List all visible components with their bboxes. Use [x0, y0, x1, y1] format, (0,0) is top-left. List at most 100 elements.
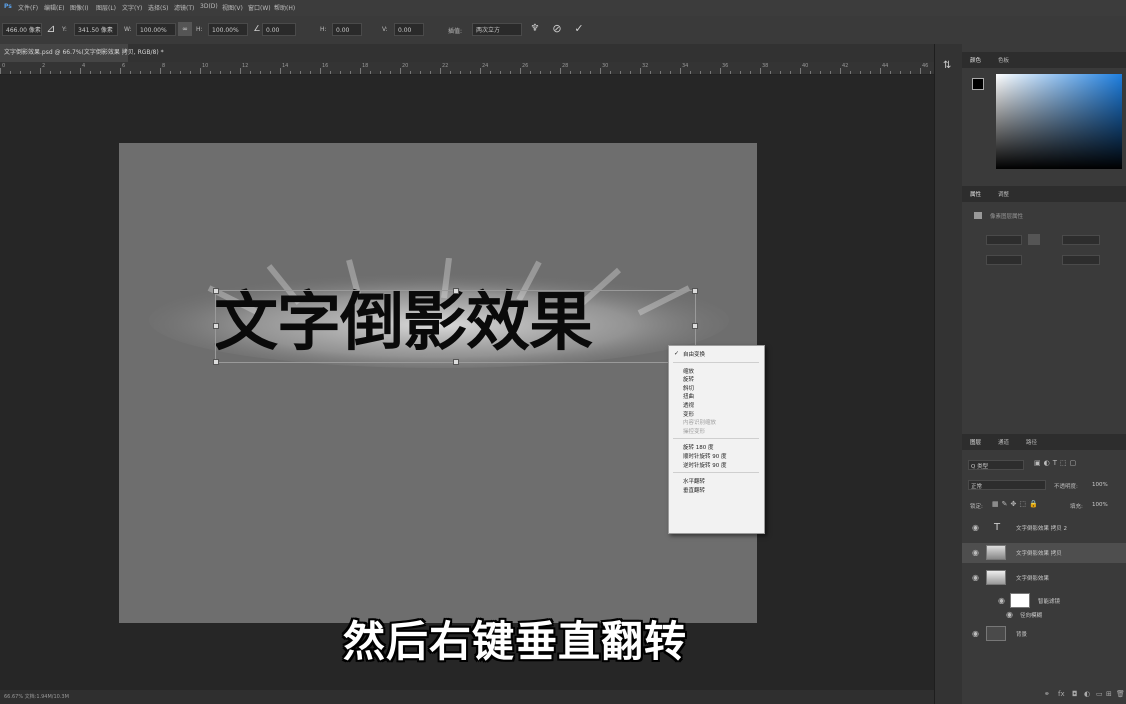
menu-filter[interactable]: 滤镜(T): [174, 3, 194, 12]
history-panel-icon[interactable]: ⇅: [943, 60, 951, 71]
ruler-tick: [660, 71, 661, 74]
menu-image[interactable]: 图像(I): [70, 3, 88, 12]
menu-file[interactable]: 文件(F): [18, 3, 38, 12]
vskew-field[interactable]: 0.00: [394, 23, 424, 36]
filter-item-row[interactable]: ◉ 径向模糊: [962, 608, 1126, 622]
layer-row-selected[interactable]: ◉ 文字倒影效果 拷贝: [962, 543, 1126, 563]
prop-y-field[interactable]: [1062, 255, 1100, 265]
visibility-eye-icon[interactable]: ◉: [972, 629, 979, 638]
context-menu-item[interactable]: 变形: [683, 410, 694, 418]
layer-style-icon[interactable]: fx: [1058, 690, 1065, 698]
document-tab[interactable]: 文字倒影效果.psd @ 66.7%(文字倒影效果 拷贝, RGB/8) *: [0, 44, 164, 62]
background-layer-row[interactable]: ◉ 背景: [962, 624, 1126, 644]
prop-w-field[interactable]: [986, 235, 1022, 245]
color-picker-field[interactable]: [996, 74, 1122, 169]
tab-layers[interactable]: 图层: [970, 438, 981, 446]
handle-bottom-middle[interactable]: [453, 359, 459, 365]
opacity-value[interactable]: 100%: [1092, 482, 1108, 488]
warp-icon[interactable]: ♆: [528, 22, 542, 36]
menu-type[interactable]: 文字(Y): [122, 3, 142, 12]
horizontal-ruler[interactable]: 0 2 4 6 8 10 12 14 16 18 20 22 24 26 28 30 32 34 36 38 40 42 4…: [0, 62, 934, 75]
menu-3d[interactable]: 3D(D): [200, 3, 218, 10]
ruler-number: 34: [682, 63, 689, 69]
tab-channels[interactable]: 通道: [998, 438, 1009, 446]
menu-edit[interactable]: 编辑(E): [44, 3, 64, 12]
adjustment-layer-icon[interactable]: ◐: [1084, 690, 1090, 698]
ruler-tick: [630, 71, 631, 74]
link-layers-icon[interactable]: ⚭: [1044, 690, 1050, 698]
handle-top-middle[interactable]: [453, 288, 459, 294]
visibility-eye-icon[interactable]: ◉: [972, 573, 979, 582]
y-field[interactable]: 341.50 像素: [74, 23, 118, 36]
tab-paths[interactable]: 路径: [1026, 438, 1037, 446]
w-field[interactable]: 100.00%: [136, 23, 176, 36]
layer-row[interactable]: ◉ T 文字倒影效果 拷贝 2: [962, 518, 1126, 538]
menu-layer[interactable]: 图层(L): [96, 3, 116, 12]
handle-top-left[interactable]: [213, 288, 219, 294]
ruler-tick: [330, 71, 331, 74]
menu-select[interactable]: 选择(S): [148, 3, 169, 12]
ruler-tick: [570, 71, 571, 74]
ruler-tick: [480, 68, 481, 74]
handle-bottom-left[interactable]: [213, 359, 219, 365]
link-icon[interactable]: ∞: [178, 22, 192, 36]
visibility-eye-icon[interactable]: ◉: [998, 596, 1005, 605]
menu-separator: [673, 472, 759, 474]
tab-color[interactable]: 颜色: [970, 56, 981, 64]
handle-left-middle[interactable]: [213, 323, 219, 329]
context-menu-item[interactable]: 旋转: [683, 375, 694, 383]
ruler-number: 32: [642, 63, 649, 69]
context-menu-item[interactable]: 自由变换: [683, 350, 705, 358]
context-menu-item[interactable]: 逆时针旋转 90 度: [683, 461, 727, 469]
menu-help[interactable]: 帮助(H): [274, 3, 295, 12]
visibility-eye-icon[interactable]: ◉: [1006, 610, 1013, 619]
commit-transform-icon[interactable]: ✓: [572, 22, 586, 36]
tab-properties[interactable]: 属性: [970, 190, 981, 198]
prop-h-field[interactable]: [1062, 235, 1100, 245]
handle-top-right[interactable]: [692, 288, 698, 294]
ruler-tick: [20, 71, 21, 74]
new-layer-icon[interactable]: ⊞: [1106, 690, 1112, 698]
hskew-field[interactable]: 0.00: [332, 23, 362, 36]
context-menu-item[interactable]: 水平翻转: [683, 477, 705, 485]
menu-view[interactable]: 视图(V): [222, 3, 243, 12]
cancel-transform-icon[interactable]: ⊘: [550, 22, 564, 36]
context-menu-item[interactable]: 缩放: [683, 367, 694, 375]
reference-point-icon[interactable]: ⊿: [44, 22, 58, 36]
layers-panel-tabs: 图层 通道 路径: [962, 434, 1126, 450]
ps-logo[interactable]: Ps: [4, 3, 12, 10]
lock-icons[interactable]: ▦✎✥⬚🔒: [992, 500, 1041, 508]
layer-filter-icons[interactable]: ▣◐T⬚▢: [1034, 459, 1079, 467]
delete-layer-icon[interactable]: 🗑: [1116, 690, 1125, 698]
handle-right-middle[interactable]: [692, 323, 698, 329]
tab-adjustments[interactable]: 调整: [998, 190, 1009, 198]
menu-bar: Ps 文件(F) 编辑(E) 图像(I) 图层(L) 文字(Y) 选择(S) 滤…: [0, 0, 1126, 16]
prop-link-icon[interactable]: [1028, 234, 1040, 245]
fill-value[interactable]: 100%: [1092, 502, 1108, 508]
ruler-number: 26: [522, 63, 529, 69]
document-canvas[interactable]: 文字倒影效果: [119, 143, 757, 623]
visibility-eye-icon[interactable]: ◉: [972, 548, 979, 557]
angle-field[interactable]: 0.00: [262, 23, 296, 36]
layer-row[interactable]: ◉ 文字倒影效果: [962, 568, 1126, 588]
ruler-tick: [720, 68, 721, 74]
menu-window[interactable]: 窗口(W): [248, 3, 271, 12]
context-menu-item[interactable]: 顺时针旋转 90 度: [683, 452, 727, 460]
add-mask-icon[interactable]: ◘: [1072, 690, 1078, 698]
x-field[interactable]: 466.00 像素: [2, 23, 42, 36]
h-field[interactable]: 100.00%: [208, 23, 248, 36]
context-menu-item[interactable]: 透视: [683, 401, 694, 409]
tab-swatches[interactable]: 色板: [998, 56, 1009, 64]
interpolation-select[interactable]: 两次立方: [472, 23, 522, 36]
transform-bounding-box[interactable]: [213, 288, 698, 365]
ruler-tick: [460, 71, 461, 74]
new-group-icon[interactable]: ▭: [1096, 690, 1103, 698]
context-menu-item[interactable]: 扭曲: [683, 392, 694, 400]
context-menu-item[interactable]: 斜切: [683, 384, 694, 392]
ruler-tick: [560, 68, 561, 74]
prop-x-field[interactable]: [986, 255, 1022, 265]
foreground-color-swatch[interactable]: [972, 78, 984, 90]
visibility-eye-icon[interactable]: ◉: [972, 523, 979, 532]
context-menu-item[interactable]: 旋转 180 度: [683, 443, 714, 451]
context-menu-item[interactable]: 垂直翻转: [683, 486, 705, 494]
